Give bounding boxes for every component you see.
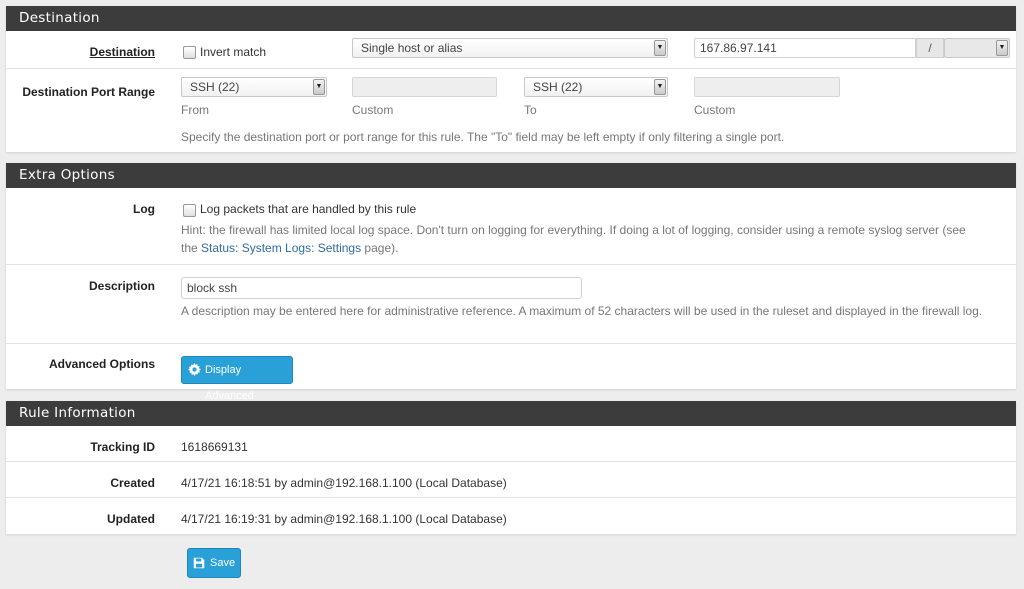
created-value: 4/17/21 16:18:51 by admin@192.168.1.100 … [181, 476, 507, 490]
port-range-row: Destination Port Range SSH (22) ▼ From C… [6, 69, 1016, 151]
port-from-custom-input[interactable] [352, 77, 497, 97]
tracking-id-value: 1618669131 [181, 440, 248, 454]
destination-address-input[interactable]: 167.86.97.141 [694, 38, 916, 58]
chevron-down-icon: ▼ [996, 40, 1008, 56]
log-label: Log [133, 202, 155, 216]
floppy-disk-icon [193, 557, 205, 569]
log-checkbox[interactable] [183, 204, 196, 217]
log-hint: Hint: the firewall has limited local log… [181, 221, 1006, 257]
invert-match-label: Invert match [200, 45, 267, 59]
destination-mask-select[interactable]: ▼ [944, 38, 1010, 58]
created-label: Created [110, 476, 155, 490]
save-button[interactable]: Save [187, 548, 241, 578]
destination-address-value: 167.86.97.141 [700, 41, 777, 55]
save-label: Save [210, 557, 236, 569]
port-to-custom-caption: Custom [694, 103, 736, 117]
system-logs-settings-link[interactable]: Status: System Logs: Settings [201, 241, 361, 255]
port-from-custom-caption: Custom [352, 103, 394, 117]
display-advanced-button[interactable]: Display Advanced [181, 356, 293, 402]
log-hint-line2: the Status: System Logs: Settings page). [181, 239, 1006, 257]
port-to-select[interactable]: SSH (22) ▼ [524, 77, 668, 97]
destination-panel: Destination Destination Invert match Sin… [6, 6, 1016, 152]
advanced-options-row: Advanced Options Display Advanced [6, 344, 1016, 402]
chevron-down-icon: ▼ [654, 79, 666, 95]
chevron-down-icon: ▼ [654, 40, 666, 56]
description-row: Description block ssh A description may … [6, 265, 1016, 344]
updated-row: Updated 4/17/21 16:19:31 by admin@192.16… [6, 498, 1016, 534]
log-checkbox-label: Log packets that are handled by this rul… [200, 202, 417, 216]
extra-options-panel: Extra Options Log Log packets that are h… [6, 163, 1016, 402]
created-row: Created 4/17/21 16:18:51 by admin@192.16… [6, 462, 1016, 498]
invert-match-checkbox[interactable] [183, 46, 196, 59]
description-input[interactable]: block ssh [181, 277, 582, 299]
port-to-caption: To [524, 103, 537, 117]
extra-options-heading: Extra Options [6, 163, 1016, 188]
tracking-id-label: Tracking ID [90, 440, 155, 454]
port-from-caption: From [181, 103, 209, 117]
port-from-value: SSH (22) [190, 80, 240, 94]
description-value: block ssh [187, 281, 238, 295]
rule-information-panel: Rule Information Tracking ID 1618669131 … [6, 401, 1016, 534]
updated-label: Updated [107, 512, 155, 526]
chevron-down-icon: ▼ [313, 79, 325, 95]
tracking-id-row: Tracking ID 1618669131 [6, 426, 1016, 462]
port-range-help: Specify the destination port or port ran… [181, 130, 785, 144]
mask-separator-text: / [928, 41, 932, 55]
description-help: A description may be entered here for ad… [181, 304, 983, 318]
destination-type-value: Single host or alias [361, 41, 463, 55]
description-label: Description [88, 279, 155, 293]
port-from-select[interactable]: SSH (22) ▼ [181, 77, 327, 97]
log-hint-suffix: page). [361, 241, 399, 255]
log-row: Log Log packets that are handled by this… [6, 188, 1016, 265]
rule-information-heading: Rule Information [6, 401, 1016, 426]
log-hint-line1: Hint: the firewall has limited local log… [181, 223, 966, 237]
mask-separator: / [916, 38, 944, 58]
destination-type-select[interactable]: Single host or alias ▼ [352, 38, 668, 58]
destination-row: Destination Invert match Single host or … [6, 31, 1016, 69]
updated-value: 4/17/21 16:19:31 by admin@192.168.1.100 … [181, 512, 507, 526]
advanced-options-label: Advanced Options [48, 357, 155, 371]
log-hint-prefix: the [181, 241, 202, 255]
gear-icon [188, 363, 201, 376]
port-to-custom-input[interactable] [694, 77, 840, 97]
destination-label: Destination [89, 45, 155, 59]
port-range-label: Destination Port Range [22, 85, 155, 99]
port-to-value: SSH (22) [533, 80, 583, 94]
destination-heading: Destination [6, 6, 1016, 31]
